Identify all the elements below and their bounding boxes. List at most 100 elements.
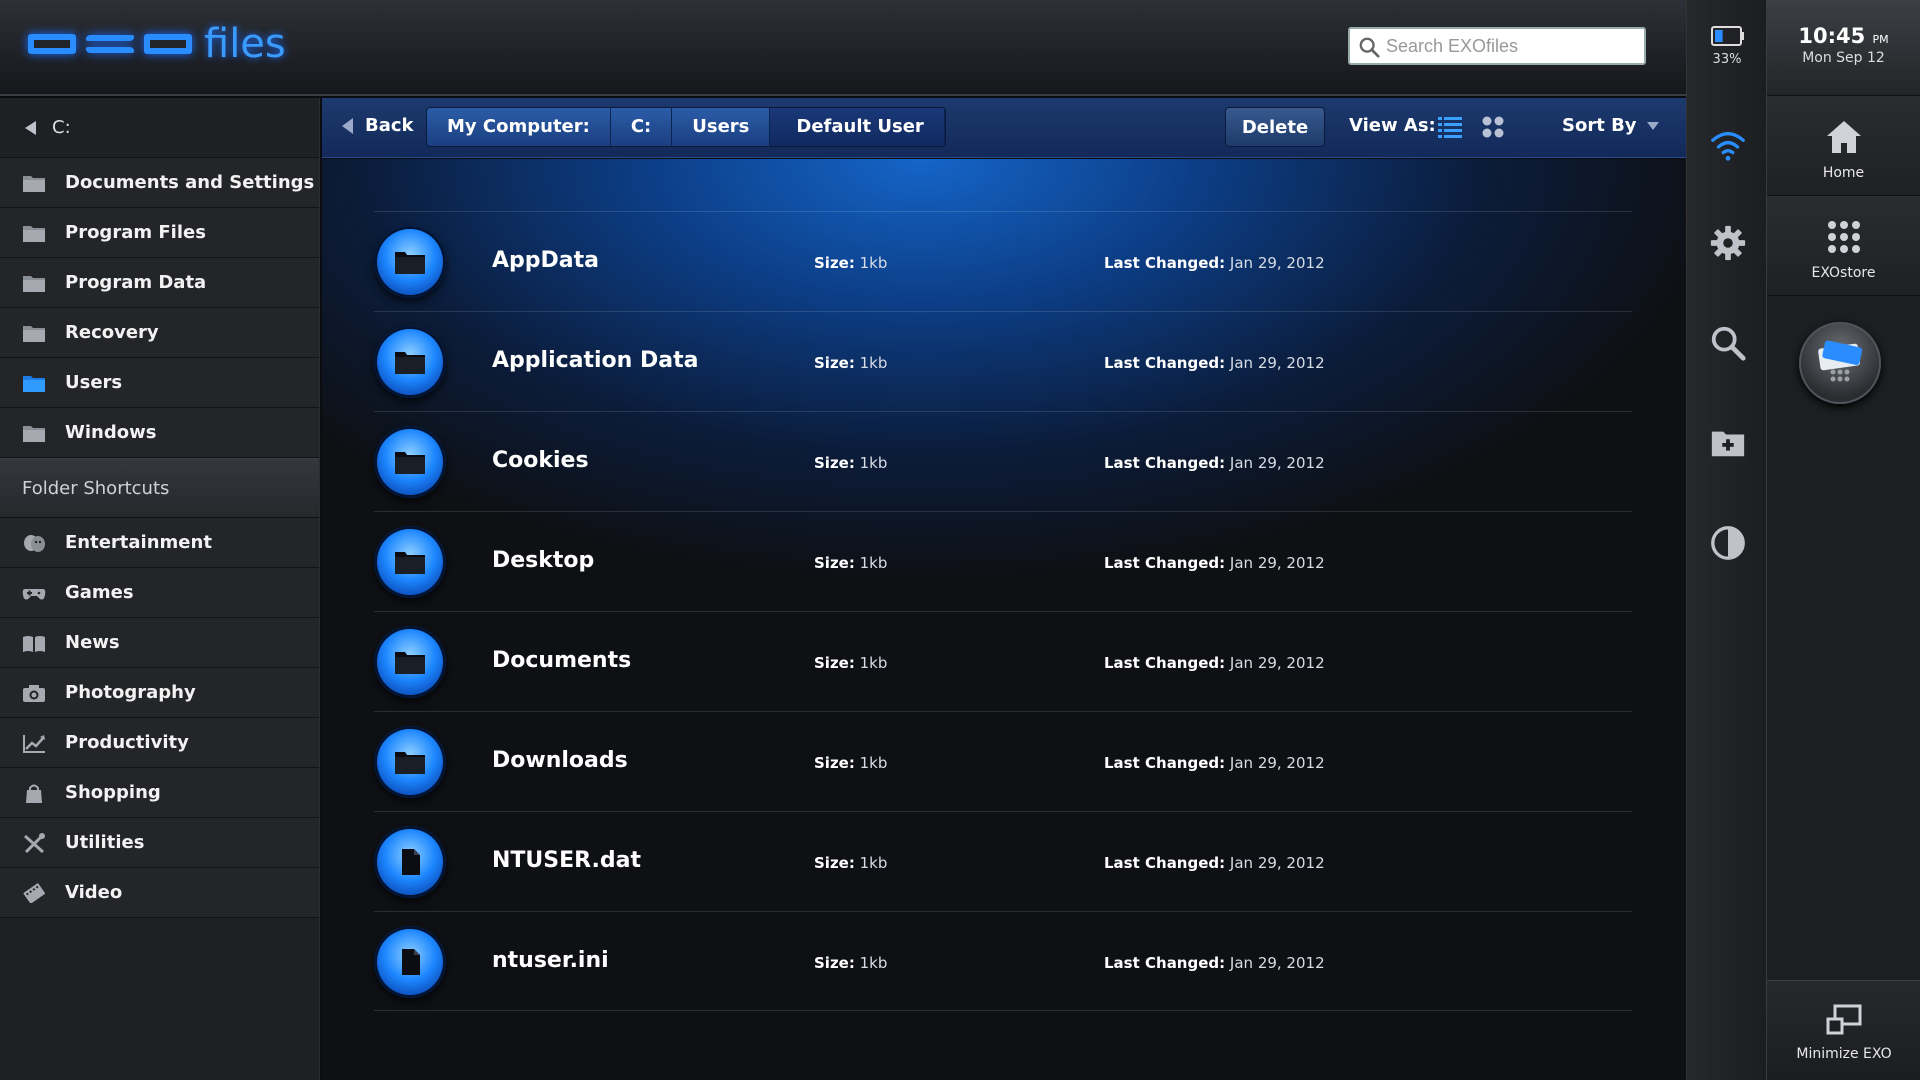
file-name: ntuser.ini bbox=[492, 948, 609, 973]
back-label: Back bbox=[365, 115, 414, 136]
size-value: 1kb bbox=[859, 354, 888, 372]
drive-back-button[interactable]: C: bbox=[0, 98, 319, 158]
chevron-left-icon bbox=[25, 121, 36, 135]
date-label: Last Changed: bbox=[1104, 654, 1226, 672]
file-row-ntuser-dat[interactable]: NTUSER.dat Size: 1kb Last Changed: Jan 29,… bbox=[374, 811, 1632, 911]
folder-shortcuts-title: Folder Shortcuts bbox=[22, 477, 170, 499]
file-row-desktop[interactable]: Desktop Size: 1kb Last Changed: Jan 29, 20… bbox=[374, 511, 1632, 611]
date-value: Jan 29, 2012 bbox=[1229, 754, 1325, 772]
file-name: Downloads bbox=[492, 748, 628, 773]
shopping-bag-icon bbox=[26, 784, 42, 803]
wifi-icon[interactable] bbox=[1709, 126, 1747, 164]
date-label: Last Changed: bbox=[1104, 854, 1226, 872]
search-icon bbox=[1359, 37, 1380, 58]
file-row-downloads[interactable]: Downloads Size: 1kb Last Changed: Jan 29, … bbox=[374, 711, 1632, 811]
sidebar-item-label: Users bbox=[65, 372, 123, 393]
file-date: Last Changed: Jan 29, 2012 bbox=[1104, 454, 1325, 472]
file-name: AppData bbox=[492, 248, 599, 273]
size-value: 1kb bbox=[859, 854, 888, 872]
date-label: Last Changed: bbox=[1104, 454, 1226, 472]
search-icon[interactable] bbox=[1709, 324, 1747, 362]
breadcrumb-default-user[interactable]: Default User bbox=[770, 108, 945, 146]
folder-icon bbox=[374, 326, 446, 398]
date-value: Jan 29, 2012 bbox=[1229, 354, 1325, 372]
breadcrumb-users[interactable]: Users bbox=[672, 108, 771, 146]
file-size: Size: 1kb bbox=[814, 454, 887, 472]
folder-icon bbox=[23, 426, 45, 442]
sidebar-shortcut-shopping[interactable]: Shopping bbox=[0, 768, 319, 818]
file-row-documents[interactable]: Documents Size: 1kb Last Changed: Jan 29, … bbox=[374, 611, 1632, 711]
sidebar-item-label: News bbox=[65, 632, 120, 653]
time-value: 10:45 bbox=[1798, 24, 1866, 48]
folder-icon bbox=[23, 276, 45, 292]
minimize-label: Minimize EXO bbox=[1796, 1046, 1892, 1062]
date-value: Jan 29, 2012 bbox=[1229, 254, 1325, 272]
file-date: Last Changed: Jan 29, 2012 bbox=[1104, 754, 1325, 772]
file-size: Size: 1kb bbox=[814, 954, 887, 972]
search-box[interactable] bbox=[1348, 27, 1646, 65]
running-app-files[interactable] bbox=[1799, 322, 1881, 404]
sidebar-item-label: Games bbox=[65, 582, 134, 603]
logo-text: files bbox=[204, 21, 286, 67]
file-row-application-data[interactable]: Application Data Size: 1kb Last Changed: J… bbox=[374, 311, 1632, 411]
search-input[interactable] bbox=[1386, 35, 1636, 57]
back-button[interactable]: Back bbox=[342, 115, 414, 136]
new-folder-icon[interactable] bbox=[1709, 424, 1747, 462]
sort-by-dropdown[interactable]: Sort By bbox=[1562, 115, 1659, 136]
sidebar-shortcut-utilities[interactable]: Utilities bbox=[0, 818, 319, 868]
sidebar-folder-documents-and-settings[interactable]: Documents and Settings bbox=[0, 158, 319, 208]
exo-files-logo: files bbox=[28, 22, 286, 66]
ampm: PM bbox=[1872, 33, 1889, 46]
sidebar-folder-program-files[interactable]: Program Files bbox=[0, 208, 319, 258]
file-name: Desktop bbox=[492, 548, 595, 573]
contrast-icon[interactable] bbox=[1709, 524, 1747, 562]
drive-label: C: bbox=[52, 117, 71, 138]
sidebar-shortcut-video[interactable]: Video bbox=[0, 868, 319, 918]
sidebar-shortcut-games[interactable]: Games bbox=[0, 568, 319, 618]
size-label: Size: bbox=[814, 254, 855, 272]
home-button[interactable]: Home bbox=[1767, 96, 1920, 196]
list-view-icon[interactable] bbox=[1438, 116, 1462, 138]
sidebar-folder-windows[interactable]: Windows bbox=[0, 408, 319, 458]
size-label: Size: bbox=[814, 654, 855, 672]
toolbar: Back My Computer: C: Users Default User … bbox=[322, 98, 1686, 158]
exostore-button[interactable]: EXOstore bbox=[1767, 196, 1920, 296]
date-value: Jan 29, 2012 bbox=[1229, 854, 1325, 872]
gear-icon[interactable] bbox=[1709, 224, 1747, 262]
file-size: Size: 1kb bbox=[814, 854, 887, 872]
sidebar-shortcut-entertainment[interactable]: Entertainment bbox=[0, 518, 319, 568]
file-date: Last Changed: Jan 29, 2012 bbox=[1104, 254, 1325, 272]
sidebar-shortcut-photography[interactable]: Photography bbox=[0, 668, 319, 718]
file-row-cookies[interactable]: Cookies Size: 1kb Last Changed: Jan 29, 20… bbox=[374, 411, 1632, 511]
file-size: Size: 1kb bbox=[814, 354, 887, 372]
size-value: 1kb bbox=[859, 254, 888, 272]
minimize-exo-button[interactable]: Minimize EXO bbox=[1767, 980, 1920, 1080]
sidebar-folder-users[interactable]: Users bbox=[0, 358, 319, 408]
folder-icon bbox=[23, 176, 45, 192]
breadcrumb-drive[interactable]: C: bbox=[611, 108, 673, 146]
size-label: Size: bbox=[814, 454, 855, 472]
home-label: Home bbox=[1822, 165, 1865, 181]
open-book-icon bbox=[23, 636, 45, 652]
date-value: Jan 29, 2012 bbox=[1229, 554, 1325, 572]
sidebar-folder-recovery[interactable]: Recovery bbox=[0, 308, 319, 358]
sidebar-shortcut-productivity[interactable]: Productivity bbox=[0, 718, 319, 768]
sidebar-item-label: Productivity bbox=[65, 732, 189, 753]
camera-icon bbox=[23, 685, 45, 702]
file-size: Size: 1kb bbox=[814, 554, 887, 572]
date-label: Last Changed: bbox=[1104, 554, 1226, 572]
file-row-appdata[interactable]: AppData Size: 1kb Last Changed: Jan 29, 20… bbox=[374, 211, 1632, 311]
sidebar-folder-program-data[interactable]: Program Data bbox=[0, 258, 319, 308]
date-value: Jan 29, 2012 bbox=[1229, 954, 1325, 972]
file-row-ntuser-ini[interactable]: ntuser.ini Size: 1kb Last Changed: Jan 29,… bbox=[374, 911, 1632, 1011]
right-panel: 10:45 PM Mon Sep 12 Home EXOstore Minimi… bbox=[1766, 0, 1920, 1080]
app-grid-icon bbox=[1827, 221, 1860, 253]
grid-view-icon[interactable] bbox=[1482, 116, 1504, 138]
file-name: NTUSER.dat bbox=[492, 848, 641, 873]
breadcrumb-my-computer[interactable]: My Computer: bbox=[427, 108, 611, 146]
sidebar-shortcut-news[interactable]: News bbox=[0, 618, 319, 668]
file-list: AppData Size: 1kb Last Changed: Jan 29, 20… bbox=[374, 211, 1632, 1011]
delete-button[interactable]: Delete bbox=[1225, 107, 1325, 147]
folder-icon bbox=[23, 376, 45, 392]
file-date: Last Changed: Jan 29, 2012 bbox=[1104, 954, 1325, 972]
